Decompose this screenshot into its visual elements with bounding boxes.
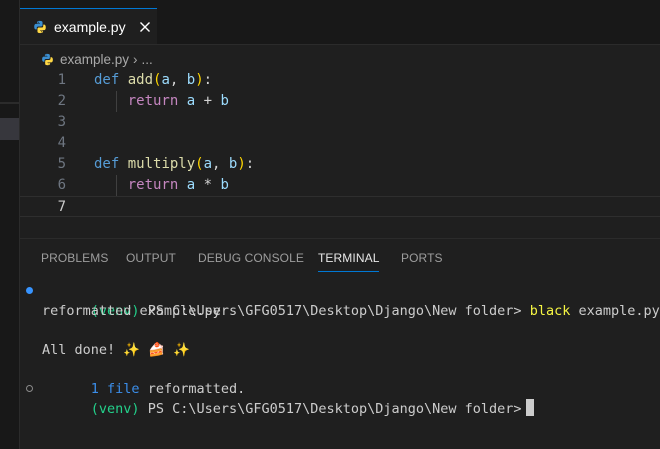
code-text: def multiply(a, b): — [94, 154, 254, 175]
line-number: 4 — [57, 135, 66, 151]
code-token: , — [212, 156, 229, 172]
terminal-line-output: reformatted example.py — [42, 302, 221, 319]
code-line[interactable]: 4 — [20, 133, 660, 154]
close-icon[interactable] — [139, 21, 151, 33]
code-line[interactable]: 6 return a * b — [20, 175, 660, 196]
tab-label: example.py — [54, 18, 126, 35]
code-token: b — [186, 72, 196, 88]
line-number: 1 — [57, 72, 66, 88]
code-token: b — [220, 177, 229, 193]
python-file-icon — [34, 20, 46, 33]
terminal-line-prompt: (venv) PS C:\Users\GFG0517\Desktop\Djang… — [20, 380, 660, 417]
code-token: b — [220, 93, 229, 109]
tab-example-py[interactable]: example.py — [20, 8, 157, 44]
code-editor[interactable]: 1 def add(a, b): 2 return a + b 3 4 5 def mult… — [20, 70, 660, 220]
prompt-env: (venv) — [90, 401, 140, 417]
breadcrumb-more[interactable]: ... — [142, 52, 153, 67]
code-token: a — [161, 72, 170, 88]
code-line[interactable]: 3 — [20, 112, 660, 133]
code-token: + — [195, 93, 221, 109]
line-number: 7 — [57, 199, 66, 215]
code-token: a — [186, 93, 196, 109]
code-token: a — [186, 177, 196, 193]
code-token: def — [94, 156, 120, 172]
code-token: a — [203, 156, 213, 172]
activity-bar-edge — [0, 0, 20, 449]
terminal-idle-dot-icon[interactable] — [26, 384, 33, 392]
explorer-divider — [0, 102, 19, 104]
code-token: return — [127, 93, 179, 109]
code-token: def — [94, 72, 120, 88]
terminal-line-all-done: All done! ✨ 🍰 ✨ — [42, 341, 190, 358]
code-token: add — [127, 72, 154, 88]
code-line[interactable]: 7 — [20, 196, 660, 217]
line-number: 2 — [57, 93, 66, 109]
prompt-path: PS C:\Users\GFG0517\Desktop\Django\New f… — [139, 401, 522, 417]
line-number: 6 — [57, 177, 66, 193]
tab-ports[interactable]: PORTS — [401, 251, 443, 265]
python-file-icon — [42, 53, 53, 65]
tab-debug-console[interactable]: DEBUG CONSOLE — [198, 251, 304, 265]
editor-tab-bar: example.py — [20, 0, 660, 45]
code-text: return a + b — [94, 91, 229, 112]
breadcrumb-separator: › — [133, 51, 138, 67]
bottom-panel: PROBLEMS OUTPUT DEBUG CONSOLE TERMINAL P… — [20, 238, 660, 449]
code-line[interactable]: 5 def multiply(a, b): — [20, 154, 660, 175]
code-token: ) — [195, 72, 204, 88]
tab-terminal[interactable]: TERMINAL — [318, 251, 380, 272]
line-number: 5 — [57, 156, 66, 172]
tab-problems[interactable]: PROBLEMS — [41, 251, 109, 265]
code-line[interactable]: 2 return a + b — [20, 91, 660, 112]
code-token: ( — [195, 156, 204, 172]
code-token: , — [169, 72, 187, 88]
terminal[interactable]: (venv) PS C:\Users\GFG0517\Desktop\Djang… — [20, 282, 660, 417]
code-text: def add(a, b): — [94, 70, 212, 91]
code-token: * — [195, 177, 221, 193]
code-text: return a * b — [94, 175, 229, 196]
tab-output[interactable]: OUTPUT — [126, 251, 176, 265]
breadcrumb: example.py › ... — [41, 49, 153, 69]
code-token: ) — [237, 156, 246, 172]
explorer-selected-item[interactable] — [0, 118, 19, 140]
code-line[interactable]: 1 def add(a, b): — [20, 70, 660, 91]
code-token: multiply — [127, 156, 196, 172]
panel-tabs: PROBLEMS OUTPUT DEBUG CONSOLE TERMINAL P… — [20, 239, 660, 275]
code-token: : — [245, 156, 255, 172]
code-token: return — [127, 177, 179, 193]
breadcrumb-file[interactable]: example.py — [60, 52, 129, 67]
terminal-line-summary: 1 file reformatted. — [20, 360, 660, 397]
terminal-cursor — [525, 399, 534, 416]
code-token: : — [203, 72, 213, 88]
line-number: 3 — [57, 114, 66, 130]
terminal-line-command: (venv) PS C:\Users\GFG0517\Desktop\Djang… — [20, 282, 660, 319]
terminal-success-dot-icon[interactable] — [26, 287, 33, 294]
